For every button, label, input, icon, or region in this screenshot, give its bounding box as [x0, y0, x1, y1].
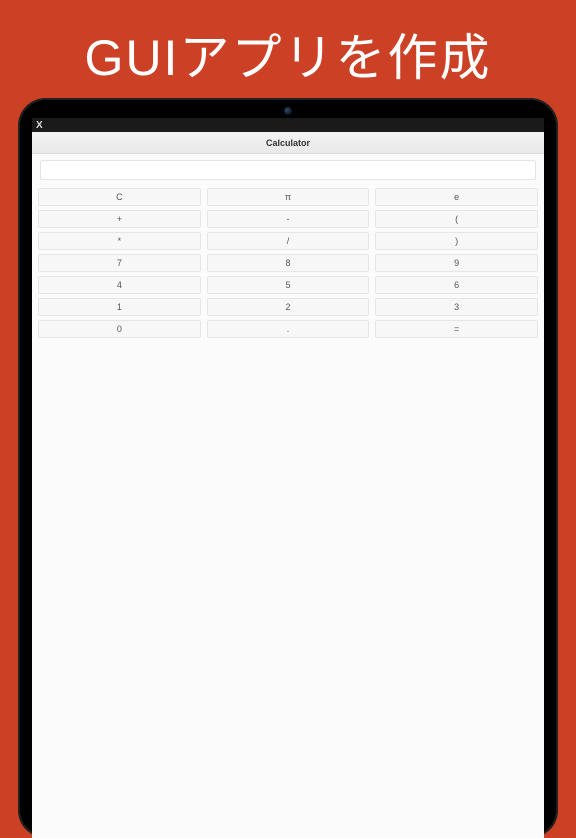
camera-dot — [284, 107, 292, 115]
key-divide[interactable]: / — [207, 232, 370, 250]
key-2[interactable]: 2 — [207, 298, 370, 316]
key-6[interactable]: 6 — [375, 276, 538, 294]
key-5[interactable]: 5 — [207, 276, 370, 294]
key-1[interactable]: 1 — [38, 298, 201, 316]
key-8[interactable]: 8 — [207, 254, 370, 272]
key-paren-close[interactable]: ) — [375, 232, 538, 250]
keypad: C π e + - ( * / ) 7 8 9 4 5 6 1 2 3 0 . — [32, 186, 544, 340]
key-multiply[interactable]: * — [38, 232, 201, 250]
key-paren-open[interactable]: ( — [375, 210, 538, 228]
tablet-screen: X Calculator C π e + - ( * / ) 7 8 9 — [32, 118, 544, 838]
key-7[interactable]: 7 — [38, 254, 201, 272]
key-plus[interactable]: + — [38, 210, 201, 228]
hero-heading: GUIアプリを作成 — [0, 0, 576, 112]
display-row — [32, 154, 544, 186]
key-9[interactable]: 9 — [375, 254, 538, 272]
key-4[interactable]: 4 — [38, 276, 201, 294]
key-0[interactable]: 0 — [38, 320, 201, 338]
key-pi[interactable]: π — [207, 188, 370, 206]
close-icon[interactable]: X — [32, 120, 43, 131]
calculator-app: Calculator C π e + - ( * / ) 7 8 9 4 5 6 — [32, 132, 544, 838]
window-bar: X — [32, 118, 544, 132]
key-equals[interactable]: = — [375, 320, 538, 338]
key-minus[interactable]: - — [207, 210, 370, 228]
key-e[interactable]: e — [375, 188, 538, 206]
calc-display[interactable] — [40, 160, 536, 180]
key-decimal[interactable]: . — [207, 320, 370, 338]
app-titlebar: Calculator — [32, 132, 544, 154]
key-3[interactable]: 3 — [375, 298, 538, 316]
key-clear[interactable]: C — [38, 188, 201, 206]
tablet-frame: X Calculator C π e + - ( * / ) 7 8 9 — [18, 98, 558, 838]
app-title: Calculator — [266, 138, 310, 148]
